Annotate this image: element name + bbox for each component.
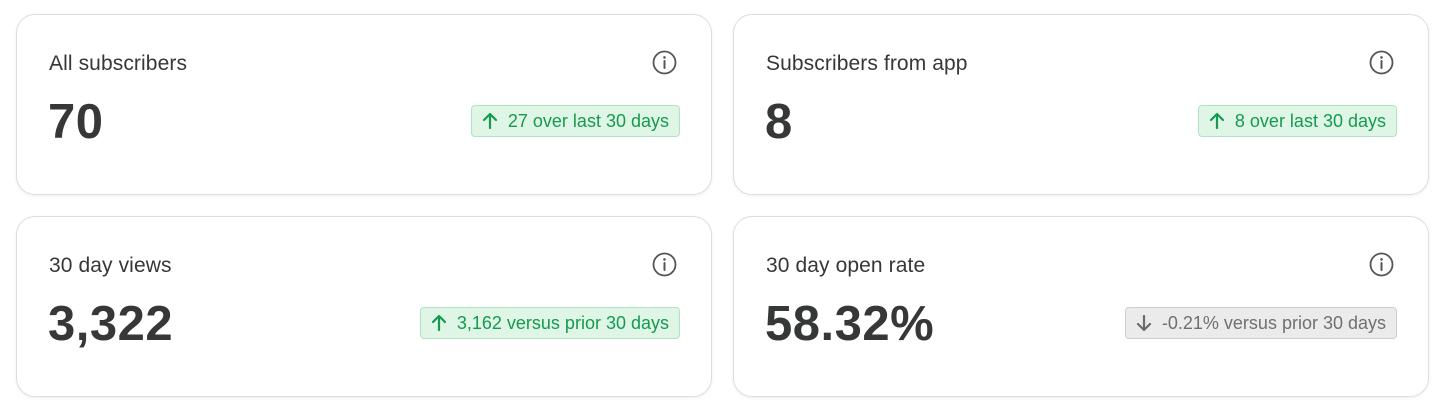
stat-value: 8 xyxy=(765,95,793,149)
arrow-up-icon xyxy=(429,313,449,333)
change-text: 27 over last 30 days xyxy=(507,110,669,131)
change-text: 3,162 versus prior 30 days xyxy=(456,312,669,333)
change-badge: 27 over last 30 days xyxy=(470,105,680,137)
stat-card-subscribers-from-app: Subscribers from app 8 8 over last 30 da… xyxy=(733,14,1429,195)
arrow-down-icon xyxy=(1134,313,1154,333)
stat-card-30-day-views: 30 day views 3,322 3,162 versus prior 30… xyxy=(16,216,712,397)
card-title: All subscribers xyxy=(49,52,188,75)
change-badge: 3,162 versus prior 30 days xyxy=(419,307,680,339)
change-text: -0.21% versus prior 30 days xyxy=(1161,312,1386,333)
stat-value: 70 xyxy=(48,95,104,149)
stat-card-30-day-open-rate: 30 day open rate 58.32% -0.21% versus pr… xyxy=(733,216,1429,397)
arrow-up-icon xyxy=(1207,111,1227,131)
stats-grid: All subscribers 70 27 over last 30 days … xyxy=(16,14,1429,397)
arrow-up-icon xyxy=(480,111,500,131)
change-badge: 8 over last 30 days xyxy=(1197,105,1397,137)
card-title: Subscribers from app xyxy=(766,52,968,75)
info-circle-icon[interactable] xyxy=(1369,50,1394,75)
card-title: 30 day views xyxy=(49,254,172,277)
stat-card-all-subscribers: All subscribers 70 27 over last 30 days xyxy=(16,14,712,195)
change-text: 8 over last 30 days xyxy=(1234,110,1386,131)
stat-value: 58.32% xyxy=(765,297,935,351)
card-title: 30 day open rate xyxy=(766,254,926,277)
info-circle-icon[interactable] xyxy=(1369,252,1394,277)
change-badge: -0.21% versus prior 30 days xyxy=(1124,307,1397,339)
info-circle-icon[interactable] xyxy=(652,252,677,277)
info-circle-icon[interactable] xyxy=(652,50,677,75)
stat-value: 3,322 xyxy=(48,297,174,351)
